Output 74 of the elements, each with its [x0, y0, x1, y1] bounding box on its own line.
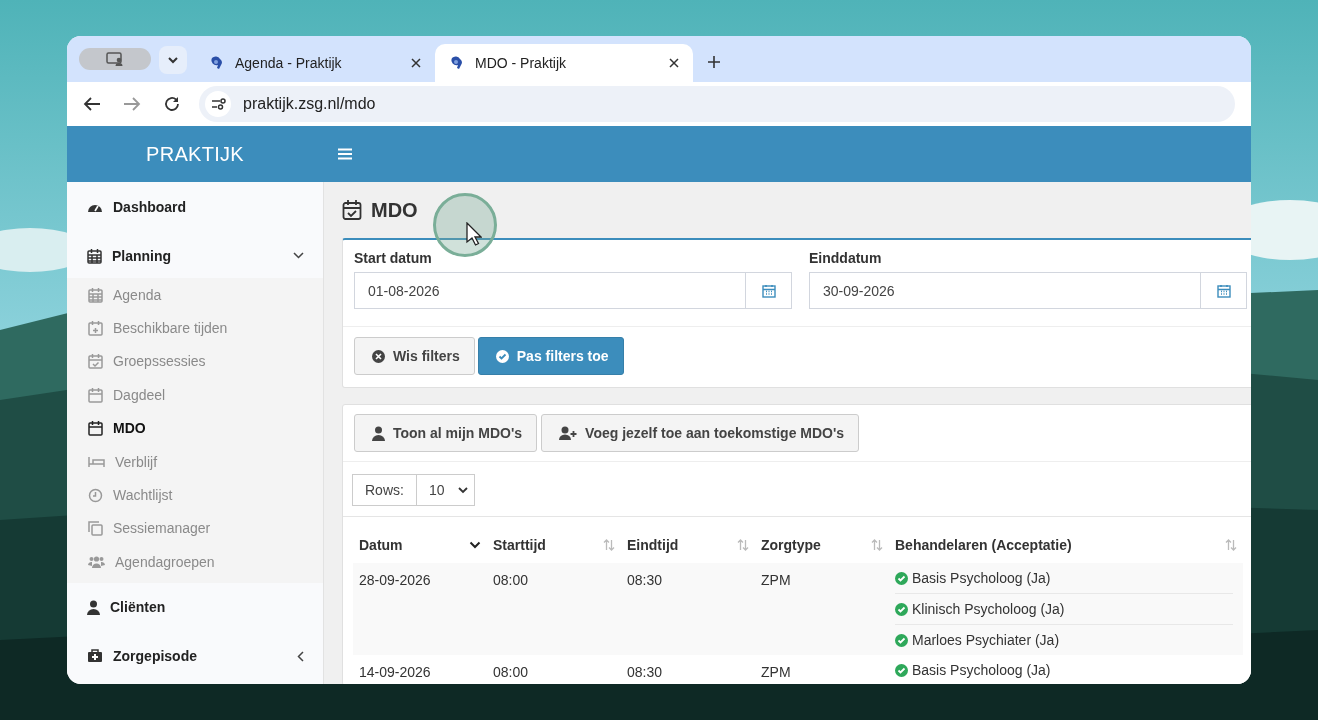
clear-filters-button[interactable]: Wis filters — [354, 337, 475, 375]
calendar-plus-icon — [88, 320, 103, 337]
column-header[interactable]: Datum — [359, 537, 481, 553]
calendar-icon — [87, 247, 102, 264]
calendar-check-icon — [88, 353, 103, 370]
site-settings-icon[interactable] — [205, 91, 231, 117]
calendar-icon — [88, 420, 103, 437]
chevron-down-icon — [458, 486, 469, 494]
calendar-icon — [761, 283, 776, 298]
table-cell: Basis Psycholoog (Ja) — [912, 570, 1051, 586]
close-circle-icon — [372, 349, 385, 363]
back-icon[interactable] — [83, 96, 101, 112]
profile-button[interactable] — [79, 48, 151, 70]
chevron-left-icon — [297, 650, 304, 662]
table-cell: 28-09-2026 — [359, 572, 431, 588]
table-cell: ZPM — [761, 664, 791, 680]
column-header[interactable]: Behandelaren (Acceptatie) — [895, 537, 1237, 553]
field-label: Start datum — [354, 250, 433, 266]
users-icon — [88, 554, 105, 569]
new-tab-icon[interactable] — [707, 55, 721, 69]
calendar-icon — [88, 286, 103, 303]
table-cell: 14-09-2026 — [359, 664, 431, 680]
page-title: MDO — [371, 198, 418, 222]
table-cell: 08:30 — [627, 572, 663, 588]
rows-per-page-control[interactable]: Rows: 10 — [352, 474, 476, 506]
calendar-icon — [88, 386, 103, 403]
sidebar-item[interactable]: Planning — [67, 231, 323, 280]
app-logo[interactable]: PRAKTIJK — [146, 142, 244, 166]
user-icon — [372, 425, 385, 441]
profile-icon — [106, 52, 124, 66]
user-icon — [87, 599, 100, 615]
action-button[interactable]: Voeg jezelf toe aan toekomstige MDO's — [541, 414, 860, 452]
close-icon[interactable] — [669, 58, 679, 68]
chevron-down-icon — [293, 252, 304, 259]
clock-icon — [88, 487, 103, 503]
calendar-check-icon — [342, 199, 362, 221]
table-cell: Basis Psycholoog (Ja) — [912, 662, 1051, 678]
favicon-icon — [449, 55, 465, 71]
medical-kit-icon — [87, 649, 103, 663]
column-header[interactable]: Zorgtype — [761, 537, 883, 553]
reload-icon[interactable] — [163, 95, 181, 113]
rows-select[interactable]: 10 — [416, 475, 475, 505]
browser-tab[interactable]: Agenda - Praktijk — [195, 44, 435, 82]
table-cell: 08:30 — [627, 664, 663, 680]
sidebar-item[interactable]: Cliënten — [67, 582, 323, 632]
chevron-down-icon — [167, 56, 179, 64]
sidebar-item[interactable]: Zorgepisode — [67, 631, 323, 681]
bed-icon — [88, 455, 105, 468]
browser-tab[interactable]: MDO - Praktijk — [435, 44, 693, 82]
sidebar-subitem[interactable]: MDO — [67, 411, 323, 445]
apply-filters-button[interactable]: Pas filters toe — [477, 337, 624, 375]
action-button[interactable]: Toon al mijn MDO's — [354, 414, 538, 452]
table-cell: 08:00 — [493, 572, 529, 588]
sort-descending-icon[interactable] — [469, 541, 481, 549]
table-cell: Marloes Psychiater (Ja) — [912, 632, 1060, 648]
column-header[interactable]: Starttijd — [493, 537, 615, 553]
date-field[interactable]: 01-08-2026 — [354, 272, 745, 309]
date-field[interactable]: 30-09-2026 — [809, 272, 1200, 309]
menu-icon[interactable] — [338, 148, 352, 160]
calendar-icon — [1216, 283, 1231, 298]
check-circle-icon — [495, 349, 509, 363]
table-cell: ZPM — [761, 572, 791, 588]
column-header[interactable]: Eindtijd — [627, 537, 749, 553]
copy-icon — [88, 520, 103, 536]
close-icon[interactable] — [411, 58, 421, 68]
address-bar[interactable]: praktijk.zsg.nl/mdo — [199, 86, 1235, 122]
favicon-icon — [209, 55, 225, 71]
field-label: Einddatum — [809, 250, 883, 266]
sidebar-item[interactable]: Dashboard — [67, 182, 323, 231]
table-cell: Klinisch Psycholoog (Ja) — [912, 601, 1065, 617]
tab-list-button[interactable] — [159, 46, 187, 74]
forward-icon[interactable] — [123, 96, 141, 112]
user-plus-icon — [559, 426, 578, 440]
table-cell: 08:00 — [493, 664, 529, 680]
